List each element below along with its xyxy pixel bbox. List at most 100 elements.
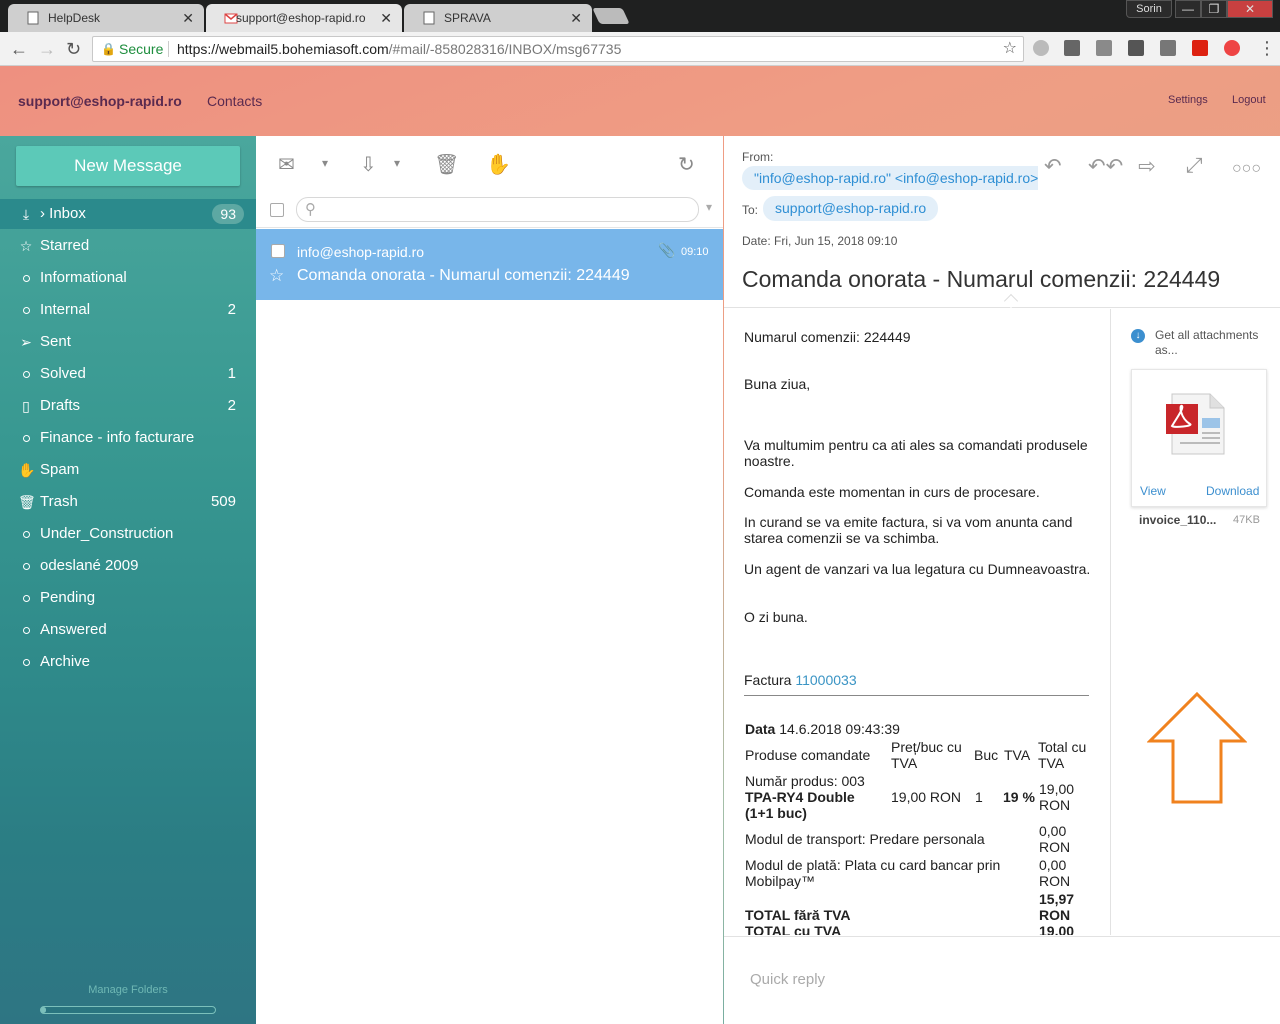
browser-menu-icon[interactable]: ⋮	[1258, 38, 1276, 59]
sidebar-item-finance[interactable]: Finance - info facturare	[0, 423, 256, 453]
close-tab-icon[interactable]: ✕	[570, 10, 582, 27]
folder-label: Spam	[40, 461, 80, 478]
attachment-card[interactable]: View Download	[1131, 369, 1267, 507]
more-icon[interactable]: ○○○	[1232, 160, 1261, 178]
secure-label: Secure	[119, 41, 164, 57]
reply-icon[interactable]: ↶	[1044, 154, 1062, 179]
url-host: https://webmail5.bohemiasoft.com	[177, 41, 389, 57]
collapse-header-icon[interactable]	[1003, 293, 1019, 309]
manage-folders-link[interactable]: Manage Folders	[0, 984, 256, 996]
extension-icon[interactable]	[1064, 40, 1080, 56]
list-item[interactable]: info@eshop-rapid.ro 📎 09:10 ☆ Comanda on…	[256, 229, 723, 300]
new-message-button[interactable]: New Message	[16, 146, 240, 186]
profile-badge[interactable]: Sorin	[1126, 0, 1172, 18]
sender-chip[interactable]: "info@eshop-rapid.ro" <info@eshop-rapid.…	[742, 166, 1038, 190]
sidebar-item-sent[interactable]: ➢ Sent	[0, 327, 256, 357]
sidebar-item-drafts[interactable]: ▯ Drafts 2	[0, 391, 256, 421]
view-attachment-link[interactable]: View	[1140, 484, 1166, 498]
paragraph: Va multumim pentru ca ati ales sa comand…	[744, 437, 1088, 469]
back-icon[interactable]: ←	[10, 39, 28, 60]
sidebar-item-archive[interactable]: Archive	[0, 647, 256, 677]
minimize-icon[interactable]: —	[1175, 0, 1201, 18]
quick-reply-area[interactable]: Quick reply	[724, 936, 1280, 1024]
extension-icon[interactable]	[1192, 40, 1208, 56]
sidebar-item-inbox[interactable]: ⤓ › Inbox 93	[0, 199, 256, 229]
forward-icon[interactable]: →	[38, 39, 56, 60]
sidebar-item-spam[interactable]: ✋ Spam	[0, 455, 256, 485]
tab-sprava[interactable]: SPRAVA ✕	[404, 4, 592, 32]
logout-link[interactable]: Logout	[1232, 94, 1266, 106]
search-input[interactable]: ⚲	[296, 197, 699, 222]
sidebar-item-odeslane-2009[interactable]: odeslané 2009	[0, 551, 256, 581]
tab-helpdesk[interactable]: HelpDesk ✕	[8, 4, 204, 32]
folder-label: › Inbox	[40, 205, 86, 222]
invoice-link[interactable]: 11000033	[795, 672, 856, 688]
col-total: Total cu TVA	[1038, 739, 1087, 771]
invoice-date: Data 14.6.2018 09:43:39	[745, 721, 900, 737]
folder-dot-icon	[23, 659, 30, 666]
send-icon: ➢	[20, 334, 32, 350]
select-all-checkbox[interactable]	[270, 203, 284, 217]
extension-icon[interactable]	[1096, 40, 1112, 56]
to-label: To:	[742, 203, 759, 217]
transport-total: 0,00 RON	[1039, 823, 1071, 855]
spam-icon[interactable]: ✋	[486, 152, 511, 177]
account-name[interactable]: support@eshop-rapid.ro	[18, 93, 182, 109]
chevron-down-icon[interactable]: ▾	[706, 200, 712, 214]
sidebar-item-under-construction[interactable]: Under_Construction	[0, 519, 256, 549]
tab-title: HelpDesk	[48, 11, 101, 25]
sidebar-item-solved[interactable]: Solved 1	[0, 359, 256, 389]
settings-link[interactable]: Settings	[1168, 94, 1208, 106]
bookmark-star-icon[interactable]: ☆	[1003, 37, 1017, 61]
sidebar-item-pending[interactable]: Pending	[0, 583, 256, 613]
chevron-down-icon[interactable]: ▾	[322, 156, 328, 170]
product-vat: 19 %	[1003, 789, 1035, 805]
extension-icon[interactable]	[1128, 40, 1144, 56]
up-arrow-annotation-icon	[1147, 691, 1247, 804]
recipient-chip[interactable]: support@eshop-rapid.ro	[763, 196, 939, 221]
extension-icon[interactable]	[1033, 40, 1049, 56]
close-tab-icon[interactable]: ✕	[182, 10, 194, 27]
new-tab-button[interactable]	[592, 8, 630, 24]
folder-dot-icon	[23, 307, 30, 314]
mark-read-icon[interactable]: ✉	[278, 152, 295, 177]
tab-webmail[interactable]: support@eshop-rapid.ro ✕	[206, 4, 402, 32]
star-icon[interactable]: ☆	[269, 266, 284, 286]
download-icon[interactable]: ↓	[1131, 329, 1145, 343]
open-new-window-icon[interactable]: ⤢	[1186, 154, 1203, 178]
spam-icon: ✋	[18, 462, 36, 478]
folder-label: Starred	[40, 237, 90, 254]
folder-dot-icon	[23, 595, 30, 602]
forward-icon[interactable]: ⇨	[1138, 154, 1156, 179]
sidebar-item-informational[interactable]: Informational	[0, 263, 256, 293]
download-attachment-link[interactable]: Download	[1206, 484, 1259, 498]
reply-all-icon[interactable]: ↶↶	[1088, 154, 1123, 179]
maximize-icon[interactable]: ❐	[1201, 0, 1227, 18]
search-icon: ⚲	[305, 201, 316, 218]
delete-icon[interactable]: 🗑	[434, 152, 459, 177]
close-tab-icon[interactable]: ✕	[380, 10, 392, 27]
product-number: Număr produs: 003	[745, 773, 865, 789]
url-field[interactable]: 🔒 Secure https://webmail5.bohemiasoft.co…	[92, 36, 1024, 62]
message-date: Date: Fri, Jun 15, 2018 09:10	[742, 234, 898, 248]
lock-icon: 🔒	[101, 42, 116, 56]
extension-icon[interactable]	[1224, 40, 1240, 56]
webmail-app: support@eshop-rapid.ro Contacts Settings…	[0, 66, 1280, 1024]
total-no-vat: 15,97 RON	[1039, 891, 1075, 923]
refresh-icon[interactable]: ↻	[678, 152, 695, 177]
chevron-down-icon[interactable]: ▾	[394, 156, 400, 170]
extension-icon[interactable]	[1160, 40, 1176, 56]
folder-label: Informational	[40, 269, 127, 286]
close-window-icon[interactable]: ✕	[1227, 0, 1273, 18]
sidebar-item-answered[interactable]: Answered	[0, 615, 256, 645]
sidebar-item-internal[interactable]: Internal 2	[0, 295, 256, 325]
get-all-attachments-link[interactable]: Get all attachments as...	[1155, 328, 1267, 358]
sidebar-item-starred[interactable]: ☆ Starred	[0, 231, 256, 261]
reload-icon[interactable]: ↻	[66, 39, 81, 60]
contacts-link[interactable]: Contacts	[207, 93, 262, 109]
move-to-folder-icon[interactable]: ⇩	[360, 152, 377, 177]
quota-fill	[41, 1007, 47, 1013]
sidebar-item-trash[interactable]: 🗑 Trash 509	[0, 487, 256, 517]
message-checkbox[interactable]	[271, 244, 285, 258]
product-qty: 1	[975, 789, 983, 805]
